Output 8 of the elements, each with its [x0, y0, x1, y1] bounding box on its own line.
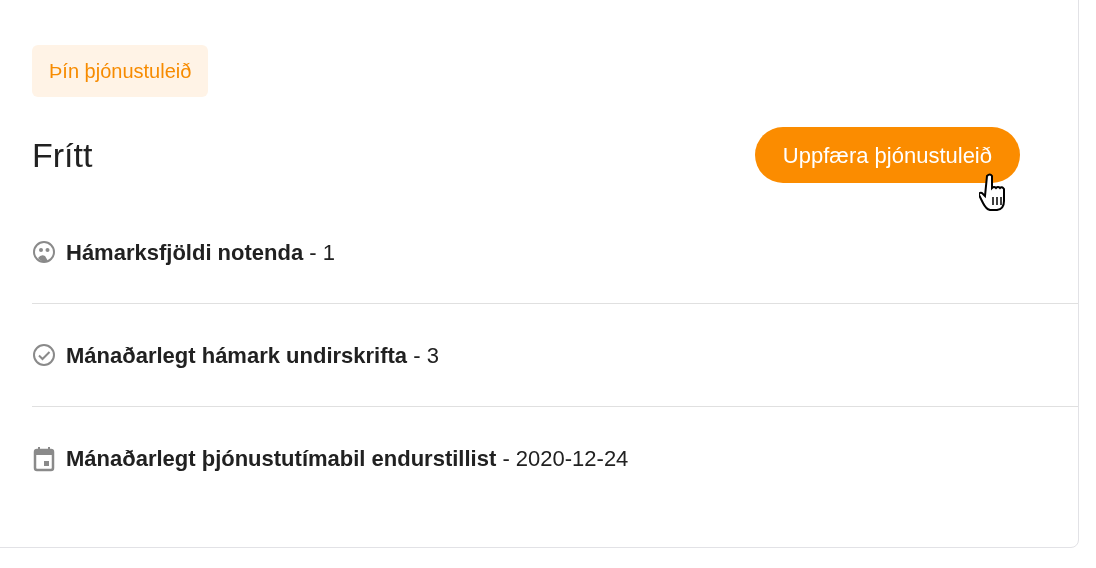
plan-badge: Þín þjónustuleið	[32, 45, 209, 97]
detail-text: Hámarksfjöldi notenda - 1	[66, 238, 335, 267]
detail-text: Mánaðarlegt hámark undirskrifta - 3	[66, 341, 439, 370]
detail-text: Mánaðarlegt þjónustutímabil endurstillist - 2020-12-24	[66, 445, 629, 473]
check-circle-icon	[32, 343, 56, 367]
calendar-icon	[32, 445, 56, 472]
plan-name: Frítt	[32, 134, 93, 176]
upgrade-button[interactable]: Uppfæra þjónustuleið	[754, 127, 1020, 183]
